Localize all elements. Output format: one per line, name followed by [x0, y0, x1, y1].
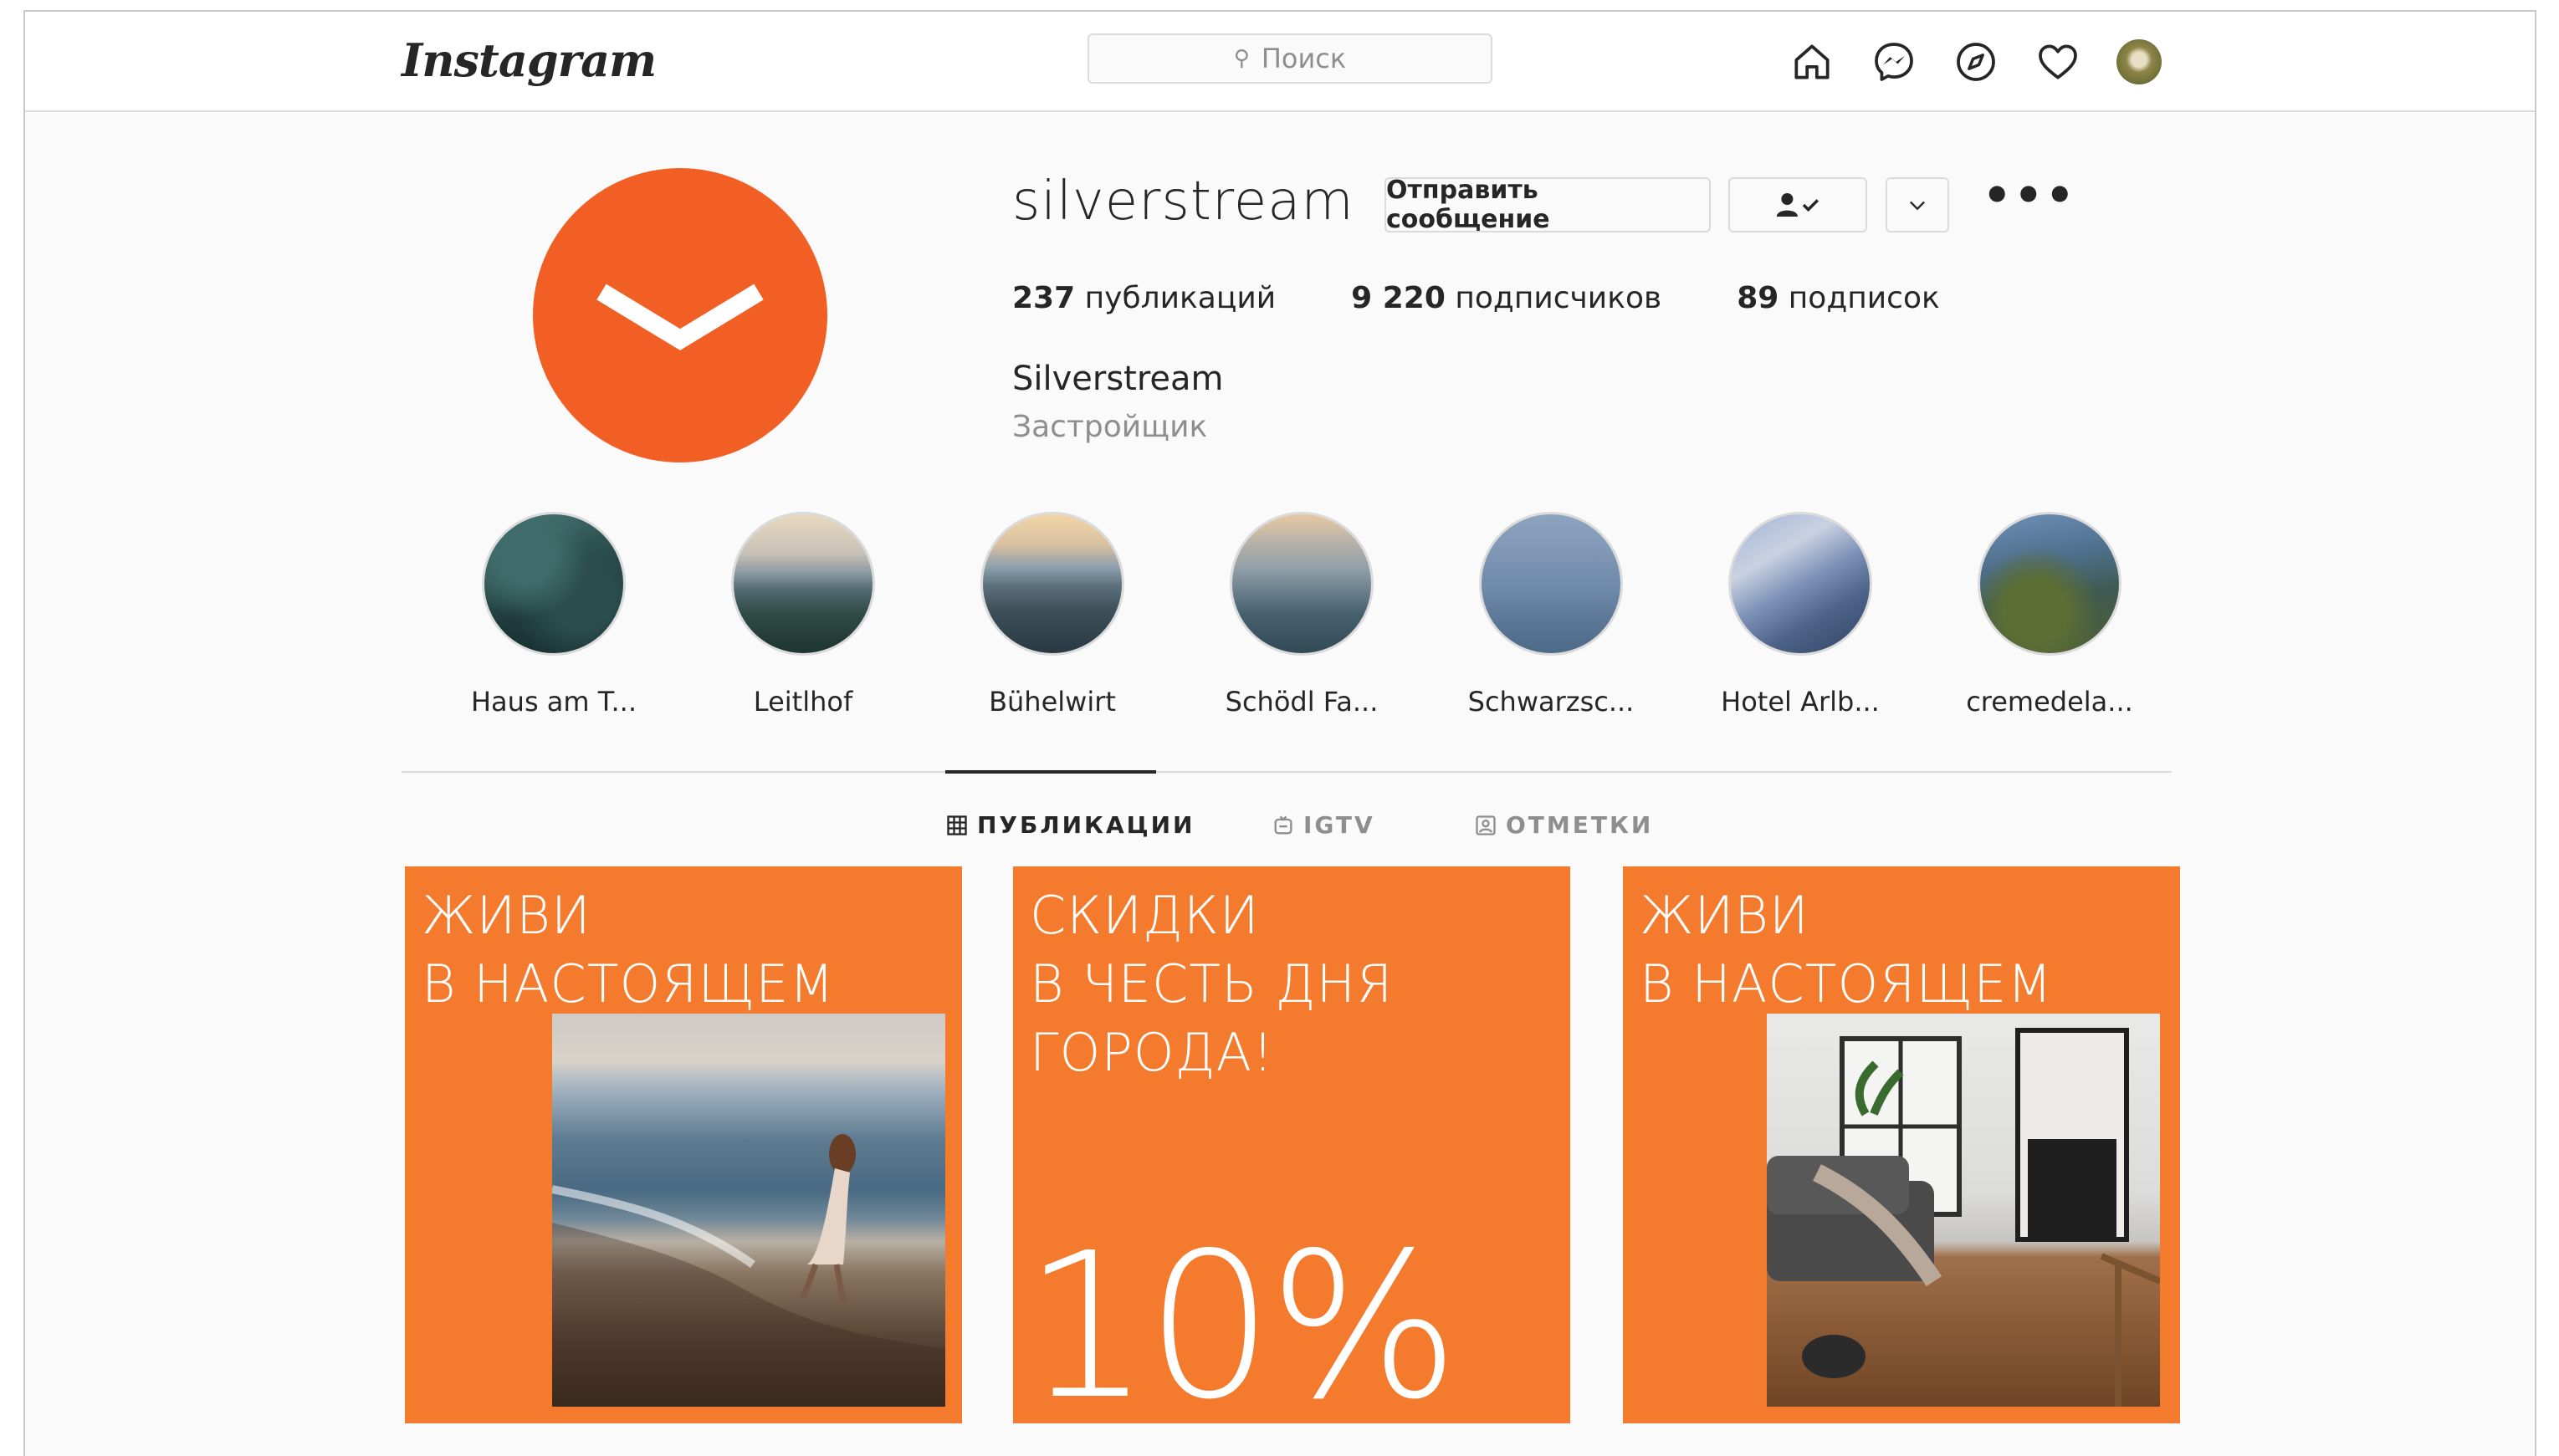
- profile-username: silverstream: [1012, 171, 1354, 232]
- post-tile[interactable]: ЖИВИ В НАСТОЯЩЕМ: [1623, 866, 2180, 1423]
- highlight-label: Leitlhof: [753, 686, 853, 718]
- tab-tagged[interactable]: ОТМЕТКИ: [1474, 811, 1653, 839]
- highlight-cover: [1728, 512, 1872, 656]
- post-caption: ЖИВИ В НАСТОЯЩЕМ: [1640, 881, 2053, 1019]
- interior-photo: [1767, 1014, 2160, 1407]
- post-caption: ЖИВИ В НАСТОЯЩЕМ: [422, 881, 835, 1019]
- highlight-label: Hotel Arlb...: [1721, 686, 1880, 718]
- search-input[interactable]: ⚲ Поиск: [1088, 33, 1492, 84]
- instagram-logo[interactable]: Instagram: [402, 33, 657, 87]
- highlight-item[interactable]: Schwarzsc...: [1455, 512, 1647, 718]
- highlight-label: Bühelwirt: [989, 686, 1116, 718]
- highlight-label: Schödl Fa...: [1225, 686, 1379, 718]
- tab-igtv[interactable]: IGTV: [1272, 811, 1375, 839]
- highlight-cover: [1479, 512, 1623, 656]
- browser-frame: Instagram ⚲ Поиск silverstream Отправить…: [23, 10, 2536, 1456]
- tab-posts[interactable]: ПУБЛИКАЦИИ: [945, 811, 1195, 839]
- explore-icon[interactable]: [1953, 38, 1999, 85]
- avatar[interactable]: [2116, 39, 2162, 84]
- chevron-down-icon: [1910, 201, 1925, 211]
- posts-count[interactable]: 237 публикаций: [1012, 281, 1276, 315]
- tab-posts-label: ПУБЛИКАЦИИ: [977, 811, 1195, 839]
- post-caption-line: ГОРОДА!: [1030, 1022, 1274, 1083]
- following-count[interactable]: 89 подписок: [1737, 281, 1940, 315]
- messenger-icon[interactable]: [1871, 38, 1917, 85]
- profile-category: Застройщик: [1012, 410, 1208, 444]
- post-caption-line: ЖИВИ: [422, 885, 591, 946]
- post-caption-line: В НАСТОЯЩЕМ: [422, 953, 835, 1014]
- search-icon: ⚲: [1233, 46, 1250, 71]
- profile-avatar[interactable]: [533, 168, 827, 462]
- discount-value: 10%: [1023, 1209, 1459, 1423]
- post-caption: СКИДКИ В ЧЕСТЬ ДНЯ ГОРОДА!: [1030, 881, 1393, 1087]
- highlight-cover: [980, 512, 1124, 656]
- highlight-label: Haus am T...: [470, 686, 637, 718]
- home-icon[interactable]: [1789, 38, 1835, 85]
- post-tile[interactable]: ЖИВИ В НАСТОЯЩЕМ: [405, 866, 962, 1423]
- top-navigation-bar: Instagram ⚲ Поиск: [25, 12, 2535, 112]
- tab-tagged-label: ОТМЕТКИ: [1506, 811, 1654, 839]
- igtv-icon: [1274, 815, 1292, 834]
- highlight-cover: [731, 512, 875, 656]
- followers-count[interactable]: 9 220 подписчиков: [1351, 281, 1661, 315]
- highlight-item[interactable]: Haus am T...: [458, 512, 650, 718]
- search-placeholder: Поиск: [1261, 43, 1347, 74]
- highlight-label: Schwarzsc...: [1467, 686, 1635, 718]
- highlight-cover: [1978, 512, 2121, 656]
- post-tile[interactable]: СКИДКИ В ЧЕСТЬ ДНЯ ГОРОДА! 10%: [1013, 866, 1570, 1423]
- highlight-cover: [1230, 512, 1374, 656]
- woman-figure-icon: [552, 1134, 945, 1407]
- post-caption-line: ЖИВИ: [1640, 885, 1809, 946]
- beach-photo: [552, 1014, 945, 1407]
- user-check-icon: [1776, 193, 1819, 217]
- grid-icon: [947, 815, 967, 835]
- room-interior-icon: [1767, 1028, 2160, 1407]
- profile-stats: 237 публикаций 9 220 подписчиков 89 подп…: [1012, 281, 2015, 315]
- send-message-button[interactable]: Отправить сообщение: [1384, 176, 1711, 234]
- profile-full-name: Silverstream: [1012, 360, 1224, 398]
- post-caption-line: В ЧЕСТЬ ДНЯ: [1030, 953, 1394, 1014]
- highlight-item[interactable]: Bühelwirt: [956, 512, 1149, 718]
- highlight-item[interactable]: cremedela...: [1953, 512, 2146, 718]
- highlight-label: cremedela...: [1966, 686, 2133, 718]
- highlight-item[interactable]: Schödl Fa...: [1205, 512, 1398, 718]
- highlight-cover: [482, 512, 626, 656]
- highlight-item[interactable]: Leitlhof: [707, 512, 899, 718]
- more-options-icon[interactable]: •••: [1983, 173, 2077, 218]
- active-tab-indicator: [945, 770, 1156, 774]
- highlight-item[interactable]: Hotel Arlb...: [1704, 512, 1896, 718]
- tagged-user-icon: [1476, 815, 1496, 835]
- post-caption-line: СКИДКИ: [1030, 885, 1260, 946]
- suggestions-dropdown-button[interactable]: [1886, 177, 1949, 232]
- chevron-down-icon: [596, 284, 764, 350]
- tab-igtv-label: IGTV: [1303, 811, 1375, 839]
- nav-icons: [1789, 37, 2162, 87]
- post-caption-line: В НАСТОЯЩЕМ: [1640, 953, 2053, 1014]
- tabs-divider: [402, 771, 2172, 773]
- heart-icon[interactable]: [2034, 38, 2081, 85]
- following-button[interactable]: [1728, 177, 1867, 232]
